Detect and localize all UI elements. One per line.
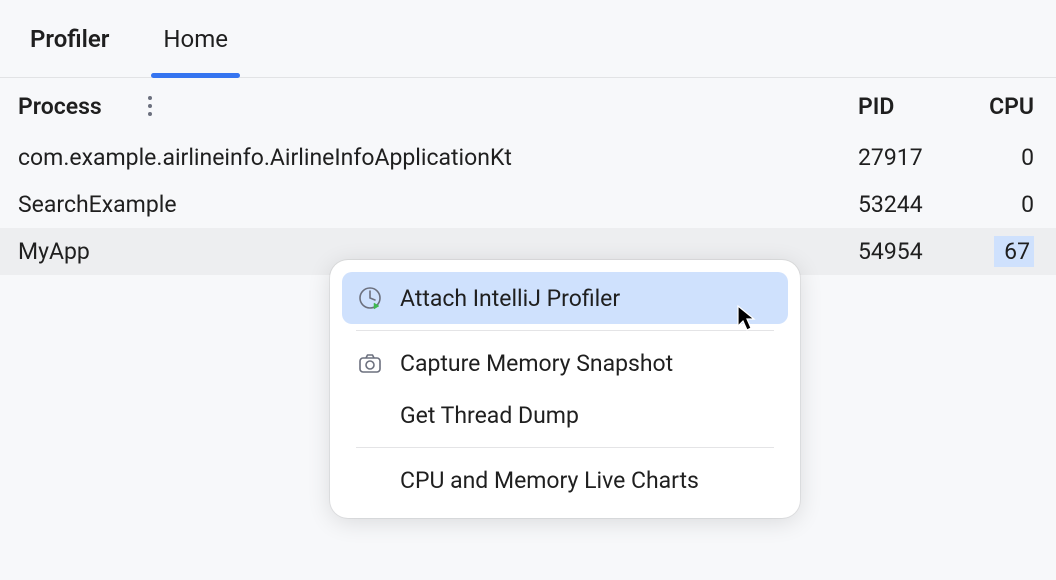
menu-item-label: Attach IntelliJ Profiler [400,285,620,312]
process-name: SearchExample [18,191,858,218]
column-header-cpu[interactable]: CPU [958,93,1038,120]
tab-profiler[interactable]: Profiler [18,0,121,77]
menu-item-thread-dump[interactable]: Get Thread Dump [342,389,788,441]
camera-icon [356,349,384,377]
menu-item-label: Capture Memory Snapshot [400,350,673,377]
table-row[interactable]: com.example.airlineinfo.AirlineInfoAppli… [0,134,1056,181]
context-menu: Attach IntelliJ Profiler Capture Memory … [330,260,800,518]
process-cpu: 0 [958,191,1038,218]
process-pid: 27917 [858,144,958,171]
column-header-process-label: Process [18,93,102,120]
table-header-row: Process PID CPU [0,78,1056,134]
menu-item-live-charts[interactable]: CPU and Memory Live Charts [342,454,788,506]
menu-separator [356,447,774,448]
profiler-icon [356,284,384,312]
process-name: com.example.airlineinfo.AirlineInfoAppli… [18,144,858,171]
menu-item-label: CPU and Memory Live Charts [400,467,699,494]
column-header-process[interactable]: Process [18,90,858,122]
menu-separator [356,330,774,331]
column-header-pid[interactable]: PID [858,93,958,120]
tab-home[interactable]: Home [151,0,240,77]
tab-bar: Profiler Home [0,0,1056,78]
process-pid: 54954 [858,238,958,265]
menu-item-label: Get Thread Dump [400,402,579,429]
process-cpu: 67 [958,236,1038,267]
menu-item-capture-snapshot[interactable]: Capture Memory Snapshot [342,337,788,389]
table-row[interactable]: SearchExample 53244 0 [0,181,1056,228]
process-cpu: 0 [958,144,1038,171]
process-pid: 53244 [858,191,958,218]
menu-item-attach-profiler[interactable]: Attach IntelliJ Profiler [342,272,788,324]
more-options-icon[interactable] [142,90,158,122]
